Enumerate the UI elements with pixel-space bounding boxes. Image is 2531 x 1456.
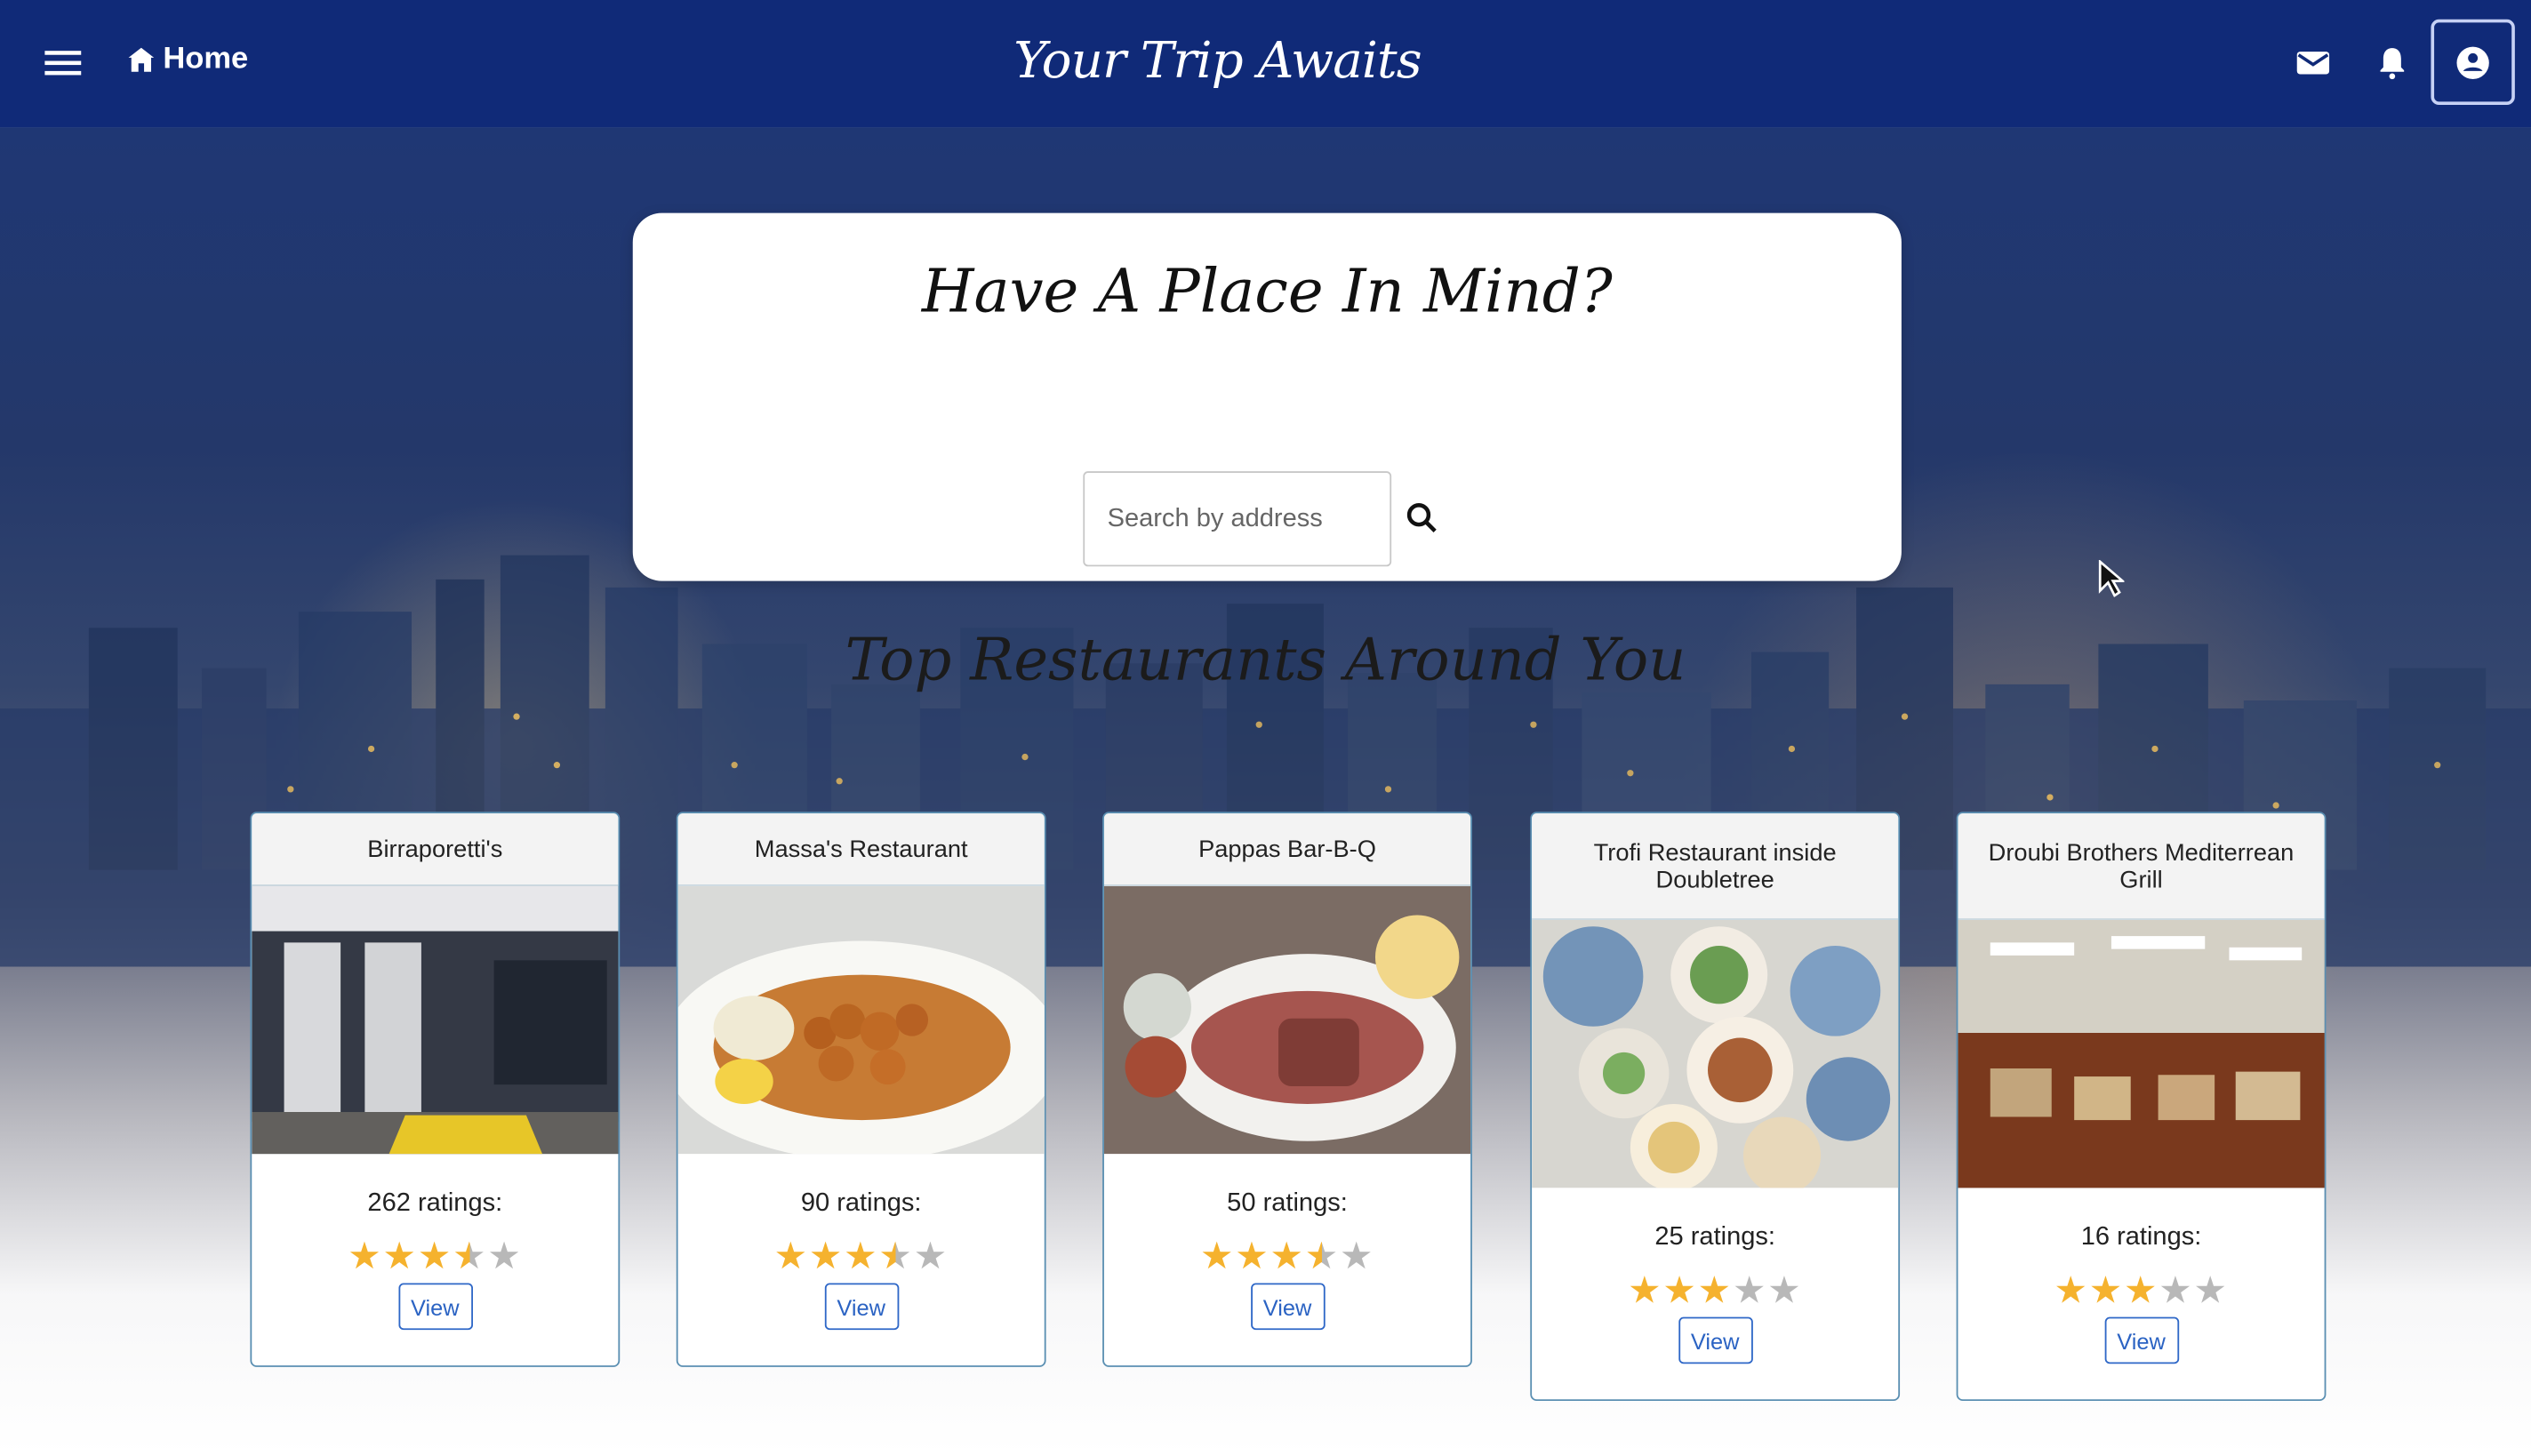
mail-button[interactable] — [2287, 37, 2339, 89]
ratings-count: 50 ratings: — [1227, 1189, 1348, 1218]
search-input[interactable] — [1083, 471, 1392, 567]
star-icon: ★ — [1270, 1235, 1305, 1277]
star-icon: ★ — [2159, 1268, 2194, 1311]
star-icon: ★ — [2054, 1268, 2089, 1311]
home-link[interactable]: Home — [124, 42, 248, 77]
star-icon: ★ — [844, 1235, 879, 1277]
restaurant-image — [677, 885, 1045, 1155]
star-icon: ★ — [1339, 1235, 1375, 1277]
restaurant-name: Trofi Restaurant inside Doubletree — [1532, 813, 1899, 920]
view-button[interactable]: View — [1250, 1283, 1325, 1331]
star-icon: ★ — [1767, 1268, 1803, 1311]
restaurant-name: Pappas Bar-B-Q — [1103, 813, 1471, 886]
star-icon: ★ — [2123, 1268, 2159, 1311]
restaurant-image — [1958, 919, 2325, 1188]
home-label: Home — [163, 42, 249, 76]
brand-title: Your Trip Awaits — [1013, 32, 1422, 91]
view-button[interactable]: View — [1678, 1316, 1752, 1364]
view-button[interactable]: View — [823, 1283, 899, 1331]
restaurant-card: Massa's Restaurant 90 ratings: ★★★★★ Vie… — [676, 812, 1046, 1367]
star-rating: ★★★★★ — [1104, 1235, 1470, 1277]
restaurant-card: Droubi Brothers Mediterrean Grill 16 rat… — [1956, 812, 2327, 1402]
page: Home Your Trip Awaits Have A Place In Mi… — [0, 0, 2531, 1454]
star-rating: ★★★★★ — [1532, 1271, 1898, 1309]
home-icon — [128, 46, 155, 71]
view-button[interactable]: View — [397, 1283, 473, 1331]
star-icon: ★ — [1199, 1235, 1236, 1277]
restaurant-card: Pappas Bar-B-Q 50 ratings: ★★★★★ View — [1102, 812, 1472, 1367]
ratings-count: 262 ratings: — [367, 1189, 503, 1218]
restaurant-name: Massa's Restaurant — [677, 813, 1045, 886]
star-rating: ★★★★★ — [1958, 1271, 2324, 1309]
restaurant-card: Birraporetti's 262 ratings: ★★★★★ View — [250, 812, 621, 1367]
menu-icon[interactable] — [39, 39, 87, 87]
star-icon: ★ — [1662, 1268, 1698, 1311]
profile-button[interactable] — [2431, 19, 2515, 106]
star-icon: ★ — [1235, 1235, 1270, 1277]
notifications-button[interactable] — [2367, 37, 2418, 89]
mail-icon — [2296, 52, 2330, 75]
star-icon: ★ — [2088, 1268, 2124, 1311]
star-icon: ★ — [417, 1235, 453, 1277]
star-rating: ★★★★★ — [252, 1235, 618, 1277]
restaurant-image — [252, 885, 619, 1155]
star-icon: ★ — [1732, 1268, 1768, 1311]
section-title: Top Restaurants Around You — [845, 628, 1686, 694]
restaurant-image — [1103, 885, 1471, 1155]
restaurant-name: Droubi Brothers Mediterrean Grill — [1958, 813, 2325, 920]
star-icon: ★ — [1628, 1268, 1663, 1311]
star-icon: ★ — [913, 1235, 949, 1277]
search-card: Have A Place In Mind? — [632, 212, 1902, 581]
star-icon: ★ — [487, 1235, 523, 1277]
top-navigation-bar: Home Your Trip Awaits — [0, 0, 2531, 128]
star-icon: ★ — [2193, 1268, 2229, 1311]
star-icon: ★ — [348, 1235, 383, 1277]
star-icon: ★ — [452, 1235, 488, 1277]
bell-icon — [2380, 48, 2405, 80]
restaurant-card: Trofi Restaurant inside Doubletree 25 ra… — [1530, 812, 1901, 1402]
star-icon: ★ — [1697, 1268, 1733, 1311]
search-title: Have A Place In Mind? — [921, 256, 1613, 326]
star-icon: ★ — [773, 1235, 809, 1277]
star-icon: ★ — [808, 1235, 845, 1277]
restaurant-image — [1532, 919, 1899, 1188]
star-icon: ★ — [382, 1235, 418, 1277]
search-icon[interactable] — [1403, 499, 1442, 538]
mouse-cursor-icon — [2098, 560, 2125, 597]
star-icon: ★ — [878, 1235, 914, 1277]
ratings-count: 16 ratings: — [2080, 1223, 2202, 1252]
view-button[interactable]: View — [2103, 1316, 2179, 1364]
ratings-count: 90 ratings: — [800, 1189, 922, 1218]
profile-icon — [2456, 45, 2489, 79]
star-rating: ★★★★★ — [678, 1235, 1045, 1277]
ratings-count: 25 ratings: — [1654, 1223, 1776, 1252]
restaurant-name: Birraporetti's — [252, 813, 619, 886]
star-icon: ★ — [1304, 1235, 1340, 1277]
